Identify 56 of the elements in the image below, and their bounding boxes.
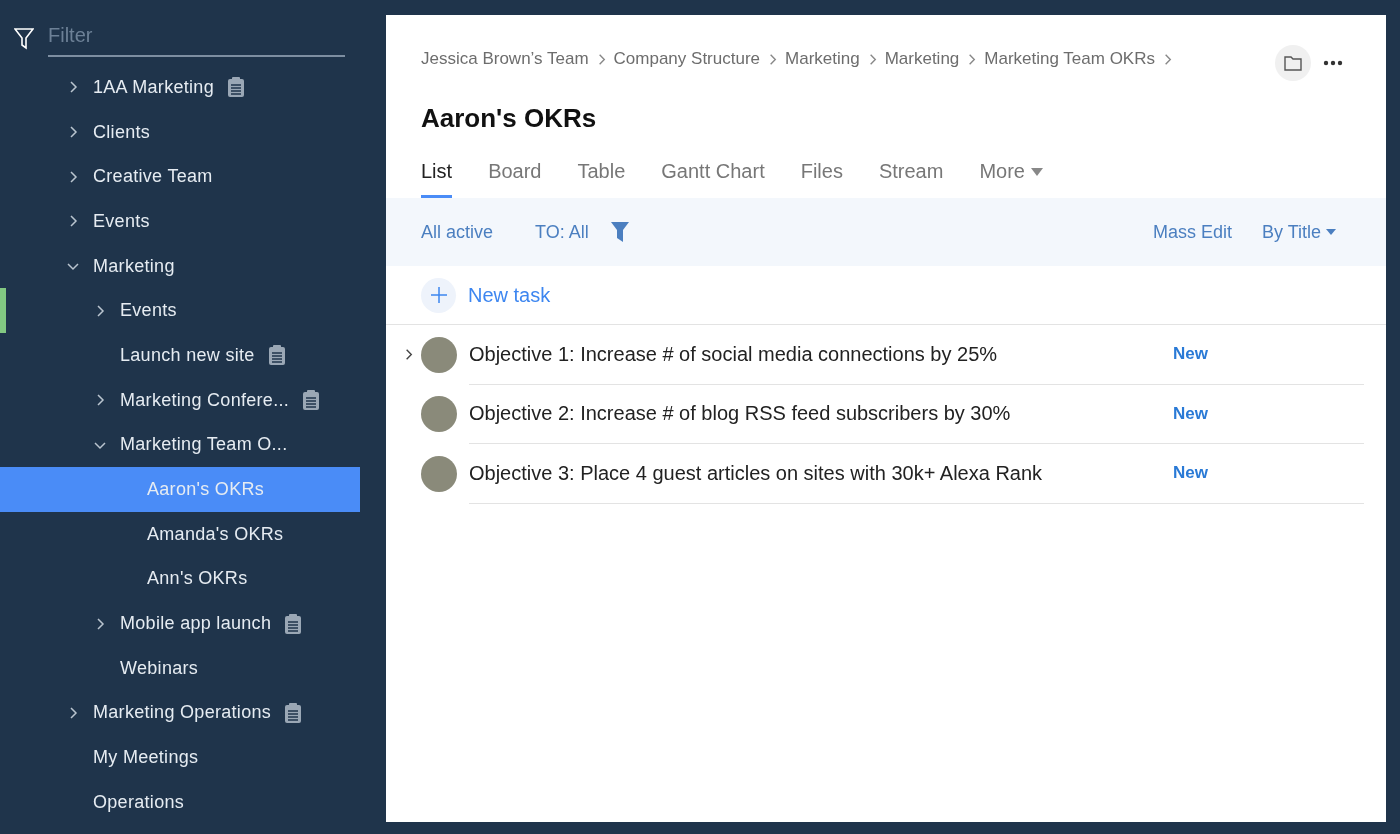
folder-icon — [1284, 55, 1302, 71]
tree-item[interactable]: 1AA Marketing — [0, 65, 360, 110]
status-filter[interactable]: All active — [421, 221, 494, 243]
caret-icon — [1326, 229, 1336, 235]
filter-icon — [14, 27, 34, 50]
filter-field[interactable]: Filter — [48, 20, 345, 57]
breadcrumb-link[interactable]: Jessica Brown’s Team — [421, 49, 589, 69]
tree-item[interactable]: My Meetings — [0, 735, 360, 780]
status-label: New — [1173, 403, 1208, 424]
tree-item[interactable]: Events — [0, 199, 360, 244]
status-label: New — [1173, 463, 1208, 484]
avatar — [421, 455, 457, 492]
plus-icon[interactable] — [421, 277, 456, 313]
breadcrumb-link[interactable]: Company Structure — [613, 49, 760, 69]
avatar — [421, 396, 457, 433]
clipboard-icon — [303, 390, 320, 411]
tree-item[interactable]: Creative Team — [0, 154, 360, 200]
folder-button[interactable] — [1275, 45, 1311, 81]
tab[interactable]: Files — [800, 154, 843, 198]
breadcrumb-link[interactable]: Marketing Team OKRs — [984, 49, 1155, 69]
tab[interactable]: Stream — [878, 154, 944, 198]
breadcrumb-link[interactable]: Marketing — [785, 49, 860, 69]
task-title[interactable]: Objective 2: Increase # of blog RSS feed subscribers by 30% — [469, 402, 1173, 426]
caret-icon — [1031, 167, 1043, 176]
clipboard-icon — [268, 345, 285, 366]
task-title[interactable]: Objective 1: Increase # of social media connections by 25% — [469, 342, 1173, 366]
status-label: New — [1173, 344, 1208, 365]
sort-dropdown[interactable]: By Title — [1261, 221, 1336, 243]
ellipsis-icon — [1323, 60, 1343, 66]
tab[interactable]: More — [979, 154, 1043, 198]
page-title: Aaron's OKRs — [421, 103, 598, 134]
tree-item[interactable]: Marketing — [0, 243, 360, 289]
tree-item[interactable]: Clients — [0, 109, 360, 155]
tree-item[interactable]: Mobile app launch — [0, 601, 360, 646]
tree-item[interactable]: Amanda's OKRs — [0, 511, 360, 557]
task-title[interactable]: Objective 3: Place 4 guest articles on sites with 30k+ Alexa Rank — [469, 461, 1173, 485]
tree-item[interactable]: Marketing Operations — [0, 690, 360, 736]
mass-edit-button[interactable]: Mass Edit — [1152, 221, 1232, 243]
filter-icon[interactable] — [610, 222, 629, 242]
clipboard-icon — [285, 613, 302, 634]
tab[interactable]: Table — [577, 154, 626, 198]
tab[interactable]: Gantt Chart — [661, 154, 765, 198]
tree-item[interactable]: Operations — [0, 780, 360, 825]
tree-item[interactable]: Webinars — [0, 645, 360, 691]
tree-item[interactable]: Ann's OKRs — [0, 556, 360, 602]
tree-item[interactable]: Marketing Confere... — [0, 377, 360, 423]
avatar — [421, 336, 457, 373]
tab[interactable]: Board — [488, 154, 542, 198]
new-task-button[interactable]: New task — [468, 283, 551, 307]
clipboard-icon — [227, 77, 244, 98]
assignee-filter[interactable]: TO: All — [535, 221, 589, 243]
tree-item[interactable]: Launch new site — [0, 333, 360, 378]
tree-item[interactable]: Events — [0, 288, 360, 334]
tree-item[interactable]: Marketing Team O... — [0, 422, 360, 468]
clipboard-icon — [285, 702, 302, 723]
breadcrumb-link[interactable]: Marketing — [884, 49, 960, 69]
